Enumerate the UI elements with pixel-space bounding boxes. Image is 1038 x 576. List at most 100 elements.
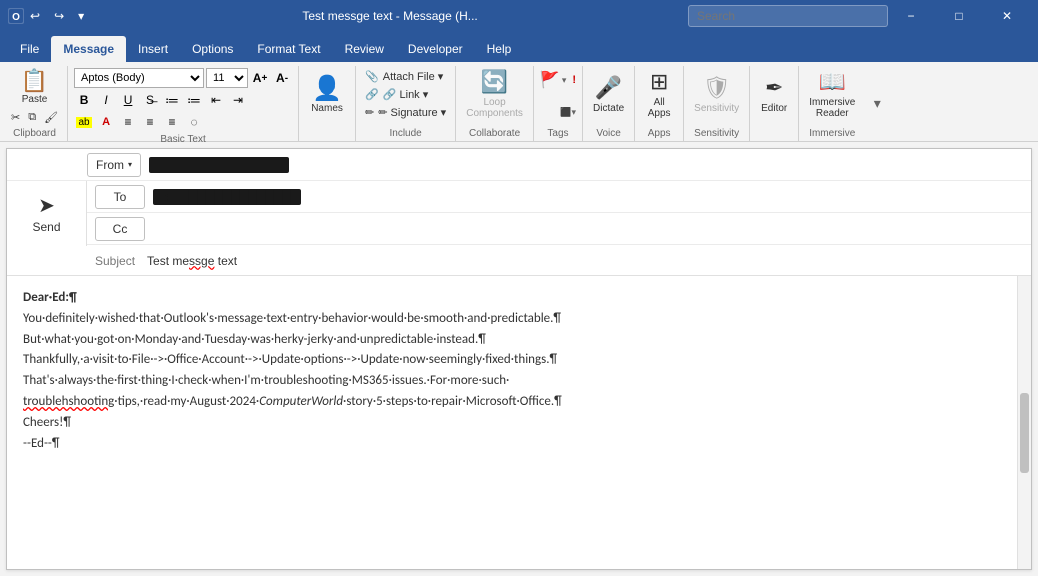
tags-exclamation: ! [572,74,576,86]
immersive-reader-button[interactable]: 📖 ImmersiveReader [805,68,859,120]
from-label-button[interactable]: From ▾ [87,153,141,177]
body-line-3: But·what·you·got·on·Monday·and·Tuesday·w… [23,330,1015,351]
clipboard-label: Clipboard [8,126,61,141]
ribbon-tab-bar: File Message Insert Options Format Text … [0,32,1038,62]
search-input[interactable] [688,5,888,27]
immersive-content: 📖 ImmersiveReader [805,66,859,126]
loop-components-button[interactable]: 🔄 LoopComponents [462,68,527,120]
dictate-button[interactable]: 🎤 Dictate [589,68,628,120]
all-apps-button[interactable]: ⊞ AllApps [641,68,677,120]
cc-label-button[interactable]: Cc [95,217,145,241]
ribbon-group-immersive: 📖 ImmersiveReader Immersive [801,66,865,141]
names-label: Names [311,103,343,114]
ribbon-group-voice: 🎤 Dictate Voice [585,66,635,141]
email-body[interactable]: Dear·Ed:¶ You·definitely·wished·that·Out… [7,276,1031,569]
flag-button[interactable]: 🚩 [540,70,560,90]
outdent-button[interactable]: ⇤ [206,90,226,110]
align-center-button[interactable]: ≡ [140,112,160,132]
scrollbar[interactable] [1017,276,1031,569]
customize-btn[interactable]: ▾ [78,9,84,23]
ribbon-group-editor: ✒ Editor [752,66,799,141]
title-bar-left: O ↩ ↪ ▾ [8,8,92,24]
expand-ribbon-button[interactable]: ▾ [867,95,887,112]
maximize-button[interactable]: □ [936,0,982,32]
cc-value [145,227,1023,231]
attach-file-button[interactable]: 📎 Attach File ▾ [362,68,449,84]
font-row2: B I U S̶ ≔ ≔ ⇤ ⇥ [74,90,292,110]
font-row1: Aptos (Body) 11 A+ A- [74,68,292,88]
voice-content: 🎤 Dictate [589,66,628,126]
editor-button[interactable]: ✒ Editor [756,68,792,120]
align-left-button[interactable]: ≡ [118,112,138,132]
cut-button[interactable]: ✂ [8,108,23,126]
names-icon: 👤 [312,74,342,103]
scroll-thumb[interactable] [1020,393,1029,473]
undo-btn[interactable]: ↩ [30,9,40,23]
ribbon-group-sensitivity: 🛡 Sensitivity Sensitivity [686,66,750,141]
link-icon: 🔗 [365,88,379,101]
bold-button[interactable]: B [74,90,94,110]
body-line-5: That's·always·the·first·thing·I·check·wh… [23,371,1015,392]
apps-label: AllApps [648,97,671,119]
tab-format-text[interactable]: Format Text [245,36,332,62]
tab-file[interactable]: File [8,36,51,62]
redo-btn[interactable]: ↪ [54,9,64,23]
paste-button[interactable]: 📋 Paste [15,68,55,106]
to-field-row: To Ed T██████████████ [87,181,1031,213]
signature-label: ✏ Signature ▾ [378,106,446,119]
numbered-list-button[interactable]: ≔ [184,90,204,110]
immersive-group-label: Immersive [805,126,859,141]
flag-expand-button[interactable]: ▾ [562,75,567,86]
tab-insert[interactable]: Insert [126,36,180,62]
sensitivity-label: Sensitivity [694,103,739,114]
tab-help[interactable]: Help [475,36,524,62]
send-button-area: ➤ Send [7,181,87,246]
highlight-button[interactable]: ab [74,112,94,132]
body-line-8: --Ed--¶ [23,434,1015,455]
tab-developer[interactable]: Developer [396,36,475,62]
copy-button[interactable]: ⧉ [25,108,39,126]
clear-formatting-button[interactable]: ◌ [184,112,204,132]
increase-font-size-button[interactable]: A+ [250,68,270,88]
tab-message[interactable]: Message [51,36,126,62]
tags-label: Tags [540,126,576,141]
dictate-label: Dictate [593,103,624,114]
indent-button[interactable]: ⇥ [228,90,248,110]
format-painter-button[interactable]: 🖌 [41,108,61,126]
ribbon-group-clipboard: 📋 Paste ✂ ⧉ 🖌 Clipboard [4,66,68,141]
send-button[interactable]: ➤ Send [24,189,68,238]
close-button[interactable]: ✕ [984,0,1030,32]
strikethrough-button[interactable]: S̶ [140,90,160,110]
bullet-list-button[interactable]: ≔ [162,90,182,110]
immersive-reader-icon: 📖 [819,69,846,95]
names-button[interactable]: 👤 Names [305,68,349,120]
decrease-font-size-button[interactable]: A- [272,68,292,88]
font-size-select[interactable]: 11 [206,68,248,88]
font-color-button[interactable]: A [96,112,116,132]
from-label-text: From [96,158,124,172]
ribbon: 📋 Paste ✂ ⧉ 🖌 Clipboard Aptos (Body) [0,62,1038,142]
italic-button[interactable]: I [96,90,116,110]
tab-review[interactable]: Review [333,36,396,62]
signature-button[interactable]: ✏ ✏ Signature ▾ [362,104,449,120]
collaborate-content: 🔄 LoopComponents [462,66,527,126]
ribbon-group-include: 📎 Attach File ▾ 🔗 🔗 Link ▾ ✏ ✏ Signature… [358,66,456,141]
voice-label: Voice [589,126,628,141]
sensitivity-content: 🛡 Sensitivity [690,66,743,126]
link-button[interactable]: 🔗 🔗 Link ▾ [362,86,449,102]
align-right-button[interactable]: ≡ [162,112,182,132]
to-label-button[interactable]: To [95,185,145,209]
font-family-select[interactable]: Aptos (Body) [74,68,204,88]
font-controls: Aptos (Body) 11 A+ A- B I U S̶ ≔ ≔ ⇤ [74,68,292,132]
tags-row: 🚩 ▾ ! [540,70,576,90]
underline-button[interactable]: U [118,90,138,110]
body-line-6: troublehshooting·tips,·read·my·August·20… [23,392,1015,413]
tags-expand-button[interactable]: ⬛▾ [560,107,576,118]
minimize-button[interactable]: − [888,0,934,32]
attach-icon: 📎 [365,70,379,83]
include-content: 📎 Attach File ▾ 🔗 🔗 Link ▾ ✏ ✏ Signature… [362,66,449,126]
window-controls: − □ ✕ [888,0,1030,32]
sensitivity-button[interactable]: 🛡 Sensitivity [690,68,743,120]
tab-options[interactable]: Options [180,36,245,62]
tags-wrap: 🚩 ▾ ! ⬛▾ [540,68,576,120]
